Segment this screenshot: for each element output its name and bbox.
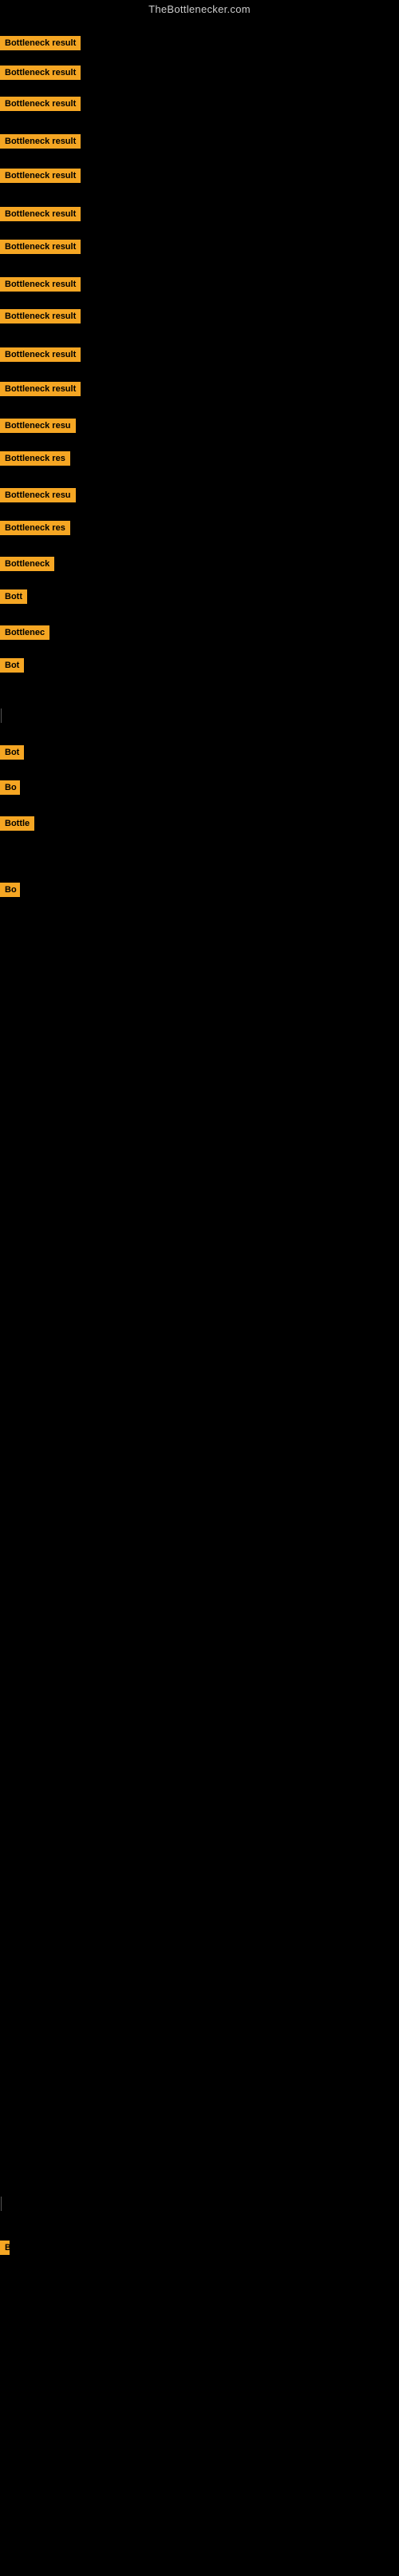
bottleneck-badge-2: Bottleneck result xyxy=(0,97,81,111)
bottleneck-badge-row-0: Bottleneck result xyxy=(0,36,81,54)
bottleneck-badge-20: Bot xyxy=(0,745,24,760)
bottleneck-badge-7: Bottleneck result xyxy=(0,277,81,292)
bottleneck-badge-9: Bottleneck result xyxy=(0,347,81,362)
bottleneck-badge-row-22: Bottle xyxy=(0,816,34,835)
bottleneck-badge-row-3: Bottleneck result xyxy=(0,134,81,153)
bottleneck-badge-18: Bot xyxy=(0,658,24,673)
bottleneck-badge-row-7: Bottleneck result xyxy=(0,277,81,296)
bottleneck-badge-row-2: Bottleneck result xyxy=(0,97,81,115)
bottleneck-badge-22: Bottle xyxy=(0,816,34,831)
bottleneck-badge-15: Bottleneck xyxy=(0,557,54,571)
bottleneck-badge-row-17: Bottlenec xyxy=(0,625,49,644)
bottleneck-badge-25: B xyxy=(0,2241,10,2255)
bottleneck-badge-12: Bottleneck res xyxy=(0,451,70,466)
bottleneck-badge-row-16: Bott xyxy=(0,589,27,608)
bottleneck-badge-3: Bottleneck result xyxy=(0,134,81,149)
vertical-line-19 xyxy=(1,708,2,723)
bottleneck-badge-row-18: Bot xyxy=(0,658,24,677)
bottleneck-badge-4: Bottleneck result xyxy=(0,169,81,183)
bottleneck-badge-14: Bottleneck res xyxy=(0,521,70,535)
bottleneck-badge-5: Bottleneck result xyxy=(0,207,81,221)
bottleneck-badge-row-15: Bottleneck xyxy=(0,557,54,575)
bottleneck-badge-23: Bo xyxy=(0,883,20,897)
bottleneck-badge-13: Bottleneck resu xyxy=(0,488,76,502)
bottleneck-badge-row-11: Bottleneck resu xyxy=(0,419,76,437)
bottleneck-badge-1: Bottleneck result xyxy=(0,65,81,80)
bottleneck-badge-10: Bottleneck result xyxy=(0,382,81,396)
bottleneck-badge-0: Bottleneck result xyxy=(0,36,81,50)
bottleneck-badge-17: Bottlenec xyxy=(0,625,49,640)
bottleneck-badge-row-13: Bottleneck resu xyxy=(0,488,76,506)
vertical-line-24 xyxy=(1,2197,2,2211)
bottleneck-badge-row-9: Bottleneck result xyxy=(0,347,81,366)
bottleneck-badge-row-1: Bottleneck result xyxy=(0,65,81,84)
bottleneck-badge-row-25: B xyxy=(0,2241,10,2259)
bottleneck-badge-8: Bottleneck result xyxy=(0,309,81,323)
bottleneck-badge-row-8: Bottleneck result xyxy=(0,309,81,327)
bottleneck-badge-16: Bott xyxy=(0,589,27,604)
bottleneck-badge-row-20: Bot xyxy=(0,745,24,764)
bottleneck-badge-21: Bo xyxy=(0,780,20,795)
bottleneck-badge-11: Bottleneck resu xyxy=(0,419,76,433)
bottleneck-badge-row-10: Bottleneck result xyxy=(0,382,81,400)
site-title: TheBottlenecker.com xyxy=(0,0,399,20)
bottleneck-badge-row-12: Bottleneck res xyxy=(0,451,70,470)
bottleneck-badge-row-14: Bottleneck res xyxy=(0,521,70,539)
bottleneck-badge-row-21: Bo xyxy=(0,780,20,799)
bottleneck-badge-row-6: Bottleneck result xyxy=(0,240,81,258)
bottleneck-badge-row-23: Bo xyxy=(0,883,20,901)
bottleneck-badge-row-4: Bottleneck result xyxy=(0,169,81,187)
bottleneck-badge-row-5: Bottleneck result xyxy=(0,207,81,225)
bottleneck-badge-6: Bottleneck result xyxy=(0,240,81,254)
